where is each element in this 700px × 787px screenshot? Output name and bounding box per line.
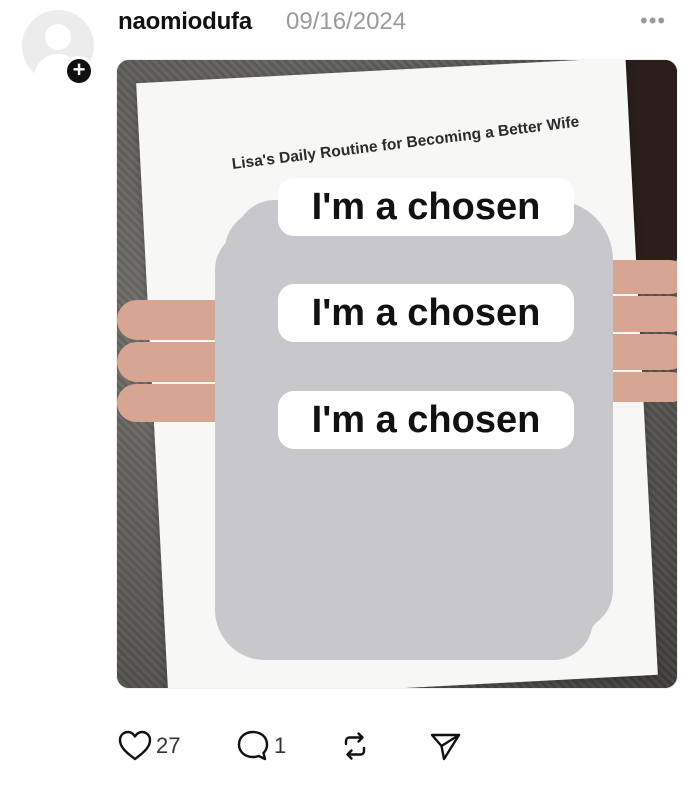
- repost-button[interactable]: [338, 726, 372, 766]
- overlay-text-2: I'm a chosen: [278, 284, 574, 342]
- post-image[interactable]: Lisa's Daily Routine for Becoming a Bett…: [117, 60, 677, 688]
- more-options-icon[interactable]: •••: [640, 8, 666, 34]
- reply-button[interactable]: 1: [236, 726, 286, 766]
- overlay-text-1: I'm a chosen: [278, 178, 574, 236]
- like-count: 27: [156, 733, 181, 758]
- like-button[interactable]: 27: [118, 726, 180, 766]
- reply-count: 1: [274, 733, 287, 758]
- username[interactable]: naomiodufa: [118, 8, 252, 36]
- overlay-text-3: I'm a chosen: [278, 391, 574, 449]
- repost-icon: [344, 732, 366, 760]
- avatar-head-shape: [45, 24, 71, 50]
- left-finger: [117, 384, 241, 422]
- post-card: + naomiodufa 09/16/2024 ••• Lisa's Daily…: [0, 0, 700, 787]
- share-button[interactable]: [428, 726, 462, 766]
- post-date: 09/16/2024: [286, 8, 407, 35]
- comment-icon: [237, 730, 269, 761]
- heart-icon: [118, 730, 152, 761]
- left-finger: [117, 300, 237, 340]
- follow-plus-icon[interactable]: +: [64, 56, 94, 86]
- send-icon: [430, 733, 461, 761]
